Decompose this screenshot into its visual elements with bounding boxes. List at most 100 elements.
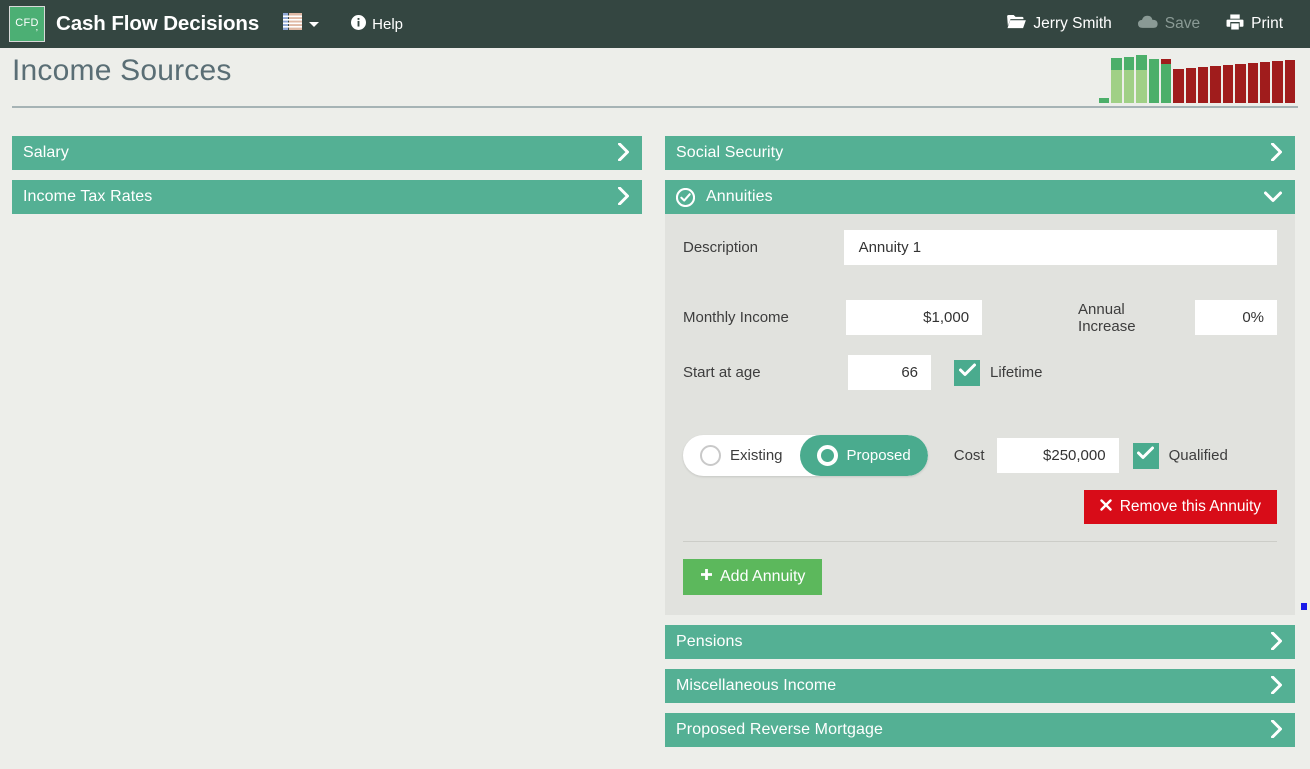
chevron-right-icon [1271,631,1282,653]
list-grid-icon [283,13,303,35]
accordion-tail-strip [665,740,1295,745]
print-label: Print [1251,15,1283,32]
chart-bar-segment [1136,70,1147,103]
chart-bar-segment [1185,68,1196,103]
toggle-option-existing[interactable]: Existing [683,435,800,476]
summary-bar-chart [1099,55,1295,103]
monthly-income-row: Monthly Income $1,000 Annual Increase 0% [683,300,1278,335]
toggle-option-proposed-label: Proposed [846,447,911,464]
radio-on-icon [816,445,838,466]
chart-bar [1210,66,1221,103]
top-navbar: CFD ’ Cash Flow Decisions Help Jerry Smi… [0,0,1310,48]
chevron-down-icon [1264,189,1282,206]
accordion-income-tax-rates[interactable]: Income Tax Rates [12,180,642,214]
chart-bar-segment [1099,98,1110,103]
accordion-salary-label: Salary [23,144,69,161]
left-accordion-column: Salary Income Tax Rates [12,136,642,224]
radio-off-icon [700,445,721,466]
chart-bar [1099,98,1110,103]
chart-bar-segment [1259,62,1271,103]
chevron-right-icon [1271,142,1282,164]
annuity-type-toggle[interactable]: Existing Proposed [683,435,928,476]
chart-bar-segment [1222,65,1234,103]
check-icon [958,363,976,382]
accordion-miscellaneous-income[interactable]: Miscellaneous Income [665,669,1295,703]
cloud-icon [1137,15,1158,34]
add-annuity-row: Add Annuity [683,559,1277,595]
qualified-label: Qualified [1168,447,1228,464]
accordion-income-tax-rates-label: Income Tax Rates [23,188,153,205]
accordion-pensions[interactable]: Pensions [665,625,1295,659]
chart-bar [1198,67,1209,103]
chevron-right-icon [1271,675,1282,697]
chart-bar-segment [1123,70,1135,103]
chart-bar-segment [1173,69,1184,103]
chevron-right-icon [618,142,629,164]
accordion-pensions-label: Pensions [676,633,743,650]
x-mark-icon [1100,498,1112,516]
remove-annuity-button[interactable]: Remove this Annuity [1083,490,1277,524]
accordion-miscellaneous-income-label: Miscellaneous Income [676,677,837,694]
accordion-salary[interactable]: Salary [12,136,642,170]
chart-bar [1123,57,1135,103]
monthly-income-input[interactable]: $1,000 [845,300,983,335]
save-label: Save [1164,15,1201,32]
print-button[interactable]: Print [1213,13,1296,35]
start-age-row: Start at age 66 Lifetime [683,355,1277,390]
app-logo-text: CFD [15,16,39,29]
chart-bar [1272,61,1283,103]
accordion-proposed-reverse-mortgage-label: Proposed Reverse Mortgage [676,721,884,738]
chart-bar [1185,68,1196,103]
accordion-social-security[interactable]: Social Security [665,136,1295,170]
cost-label: Cost [953,447,985,464]
remove-annuity-label: Remove this Annuity [1119,498,1261,515]
help-label: Help [372,15,404,33]
nav-menu-dropdown[interactable] [279,9,323,39]
lifetime-label: Lifetime [990,364,1043,381]
title-divider [12,106,1298,108]
user-name-label: Jerry Smith [1033,15,1112,32]
app-logo[interactable]: CFD ’ [9,6,45,42]
user-menu[interactable]: Jerry Smith [994,14,1124,34]
page-title: Income Sources [12,54,232,87]
chart-bar-segment [1247,63,1258,103]
chart-bar [1160,59,1172,103]
help-link[interactable]: Help [351,14,404,34]
chart-bar-segment [1160,64,1172,103]
chart-bar [1247,63,1258,103]
chart-bar-segment [1272,61,1283,103]
chart-bar [1173,69,1184,103]
chart-bar [1235,64,1246,103]
cost-input[interactable]: $250,000 [996,438,1119,473]
chevron-right-icon [1271,719,1282,741]
add-annuity-button[interactable]: Add Annuity [683,559,823,595]
chart-bar-segment [1148,59,1159,103]
chart-bar-segment [1198,67,1209,103]
start-age-input[interactable]: 66 [848,355,931,390]
chart-bar [1111,58,1122,103]
qualified-checkbox[interactable] [1132,442,1159,469]
annuities-panel-body: Description Annuity 1 Monthly Income $1,… [665,214,1295,615]
save-button[interactable]: Save [1125,15,1213,34]
right-accordion-column: Social Security Annuities Description An… [665,136,1295,757]
add-annuity-label: Add Annuity [720,568,806,585]
accordion-social-security-label: Social Security [676,144,784,161]
chart-bar [1136,55,1147,103]
chevron-right-icon [618,186,629,208]
printer-icon [1226,13,1244,35]
info-circle-icon [351,14,367,34]
chart-bar-segment [1111,70,1122,103]
start-age-label: Start at age [683,364,761,381]
description-input[interactable]: Annuity 1 [843,230,1277,265]
accordion-annuities[interactable]: Annuities [665,180,1295,214]
chart-bar [1259,62,1271,103]
open-folder-icon [1007,14,1027,34]
annual-increase-input[interactable]: 0% [1194,300,1278,335]
chart-bar-segment [1235,64,1246,103]
accordion-annuities-label: Annuities [706,188,773,205]
edge-artifact [1301,603,1307,610]
page-header: Income Sources [0,48,1310,114]
lifetime-checkbox[interactable] [954,359,980,386]
description-row: Description Annuity 1 [683,230,1277,265]
toggle-option-proposed[interactable]: Proposed [799,435,928,476]
